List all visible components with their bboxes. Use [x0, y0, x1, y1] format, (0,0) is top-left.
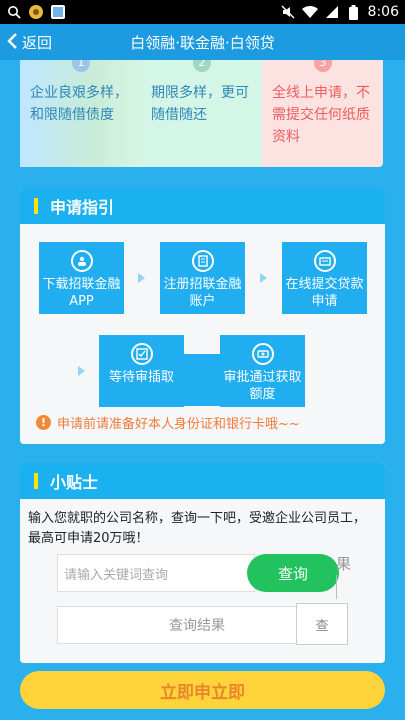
step-label: 等待审插取: [108, 370, 174, 385]
step-label: 下载招联金融APP: [42, 277, 121, 309]
step-label: 审批通过获取额度: [223, 370, 302, 402]
main-content: 1 企业良艰多样，和限随借债度 2 期限多样，更可随借随还 3 全线上申请，不需…: [0, 60, 405, 720]
tips-header: 小贴士: [20, 463, 385, 499]
step-register-account[interactable]: 注册招联金融账户: [160, 242, 245, 314]
check-icon: [130, 343, 153, 365]
apply-now-button[interactable]: 立即申立即: [20, 671, 385, 709]
download-icon: [70, 250, 93, 272]
feature-text: 全线上申请，不需提交任何纸质资料: [272, 85, 370, 145]
feature-cards: 1 企业良艰多样，和限随借债度 2 期限多样，更可随借随还 3 全线上申请，不需…: [20, 60, 385, 167]
header-accent-bar: [34, 473, 38, 489]
status-time: 8:06: [367, 4, 399, 20]
step-wait-approval[interactable]: 等待审插取: [99, 335, 184, 407]
status-bar: 8:06: [0, 0, 405, 24]
step-label: 注册招联金融账户: [163, 277, 242, 309]
register-icon: [191, 250, 214, 272]
feature-number-badge: 2: [193, 60, 211, 72]
search-icon: [6, 4, 22, 20]
feature-card-1: 1 企业良艰多样，和限随借债度: [20, 60, 141, 167]
arrow-icon: [260, 273, 267, 283]
battery-icon: [346, 4, 362, 20]
feature-text: 企业良艰多样，和限随借债度: [30, 85, 128, 123]
wifi-icon: [301, 4, 318, 20]
image-icon: [50, 4, 66, 20]
alert-icon: !: [36, 415, 51, 430]
ghost-label: 果: [336, 555, 352, 573]
page-title: 白领融·联金融·白领贷: [130, 33, 275, 52]
feature-text: 期限多样，更可随借随还: [151, 85, 249, 123]
guide-note: ! 申请前请准备好本人身份证和银行卡哦~~: [36, 413, 300, 432]
feature-card-2: 2 期限多样，更可随借随还: [141, 60, 262, 167]
back-label: 返回: [22, 33, 53, 52]
back-button[interactable]: 返回: [6, 24, 52, 60]
company-search-input[interactable]: 请输入关键词查询: [57, 554, 255, 592]
guide-note-text: 申请前请准备好本人身份证和银行卡哦~~: [57, 417, 300, 432]
ghost-query-chip: 查: [296, 603, 348, 645]
step-download-app[interactable]: 下载招联金融APP: [39, 242, 124, 314]
search-result-box: 查询结果: [57, 606, 337, 644]
step-approved-limit[interactable]: 审批通过获取额度: [220, 335, 305, 407]
tips-card: 小贴士 输入您就职的公司名称，查询一下吧，受邀企业公司员工，最高可申请20万哦！…: [20, 463, 385, 663]
search-button[interactable]: 查询: [247, 554, 339, 592]
step-submit-application[interactable]: 在线提交贷款申请: [282, 242, 367, 314]
app-badge-icon: [28, 4, 44, 20]
feature-number-badge: 1: [72, 60, 90, 72]
step-label: 在线提交贷款申请: [285, 277, 364, 309]
feature-number-badge: 3: [314, 60, 332, 72]
tips-text: 输入您就职的公司名称，查询一下吧，受邀企业公司员工，最高可申请20万哦！: [28, 511, 367, 546]
render-glitch-patch: [176, 354, 220, 406]
guide-title: 申请指引: [50, 198, 115, 217]
guide-header: 申请指引: [20, 188, 385, 224]
submit-icon: [313, 250, 336, 272]
tips-title: 小贴士: [50, 473, 99, 492]
signal-icon: [324, 4, 340, 20]
nav-bar: 返回 白领融·联金融·白领贷: [0, 24, 405, 60]
header-accent-bar: [34, 198, 38, 214]
feature-card-3: 3 全线上申请，不需提交任何纸质资料: [262, 60, 383, 167]
chevron-left-icon: [6, 32, 18, 53]
arrow-icon: [78, 366, 85, 376]
divider: [336, 575, 337, 599]
money-icon: [251, 343, 274, 365]
mute-icon: [280, 4, 296, 20]
arrow-icon: [138, 273, 145, 283]
application-guide-card: 申请指引 下载招联金融APP 注册招联金融账户 在线提交贷款申请 等待审插取 审…: [20, 188, 385, 444]
